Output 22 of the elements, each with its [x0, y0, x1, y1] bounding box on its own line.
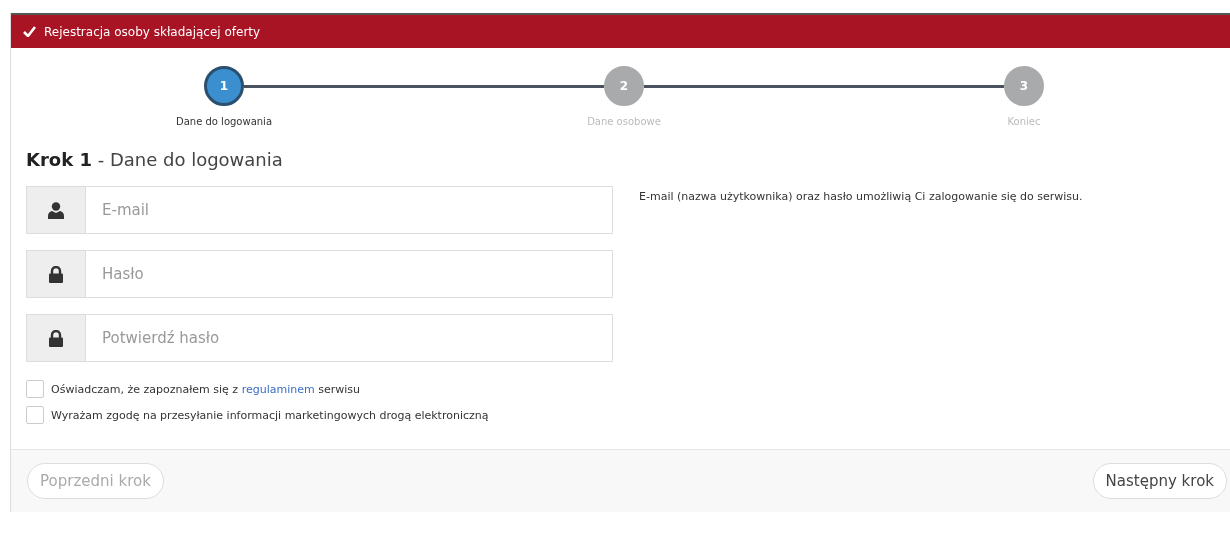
input-field[interactable]: Hasło: [86, 250, 613, 298]
help-text: E-mail (nazwa użytkownika) oraz hasło umożliwią Ci zalogowanie się do serwisu.: [639, 190, 1083, 205]
step-heading: Krok 1 - Dane do logowania: [26, 149, 284, 170]
lock-icon: [49, 329, 63, 347]
checkbox[interactable]: [26, 406, 44, 424]
consent-text: Oświadczam, że zapoznałem się z regulaminem serwisu: [51, 382, 360, 396]
next-step-button[interactable]: Następny krok: [1092, 463, 1227, 499]
step-label: Koniec: [1006, 116, 1042, 127]
step-circle: 3: [1004, 66, 1044, 106]
step-circle: 2: [604, 66, 644, 106]
terms-link[interactable]: regulaminem: [241, 382, 315, 396]
step-label: Dane osobowe: [586, 116, 662, 127]
check-icon: [23, 26, 36, 37]
input-field[interactable]: Potwierdź hasło: [86, 314, 613, 362]
lock-icon: [49, 265, 63, 283]
user-icon: [48, 201, 64, 219]
consent-text: Wyrażam zgodę na przesyłanie informacji marketingowych drogą elektroniczną: [51, 408, 489, 422]
header-title: Rejestracja osoby składającej oferty: [44, 24, 261, 39]
input-field[interactable]: E-mail: [86, 186, 613, 234]
checkbox[interactable]: [26, 380, 44, 398]
step-label: Dane do logowania: [174, 116, 274, 127]
step-circle: 1: [204, 66, 244, 106]
